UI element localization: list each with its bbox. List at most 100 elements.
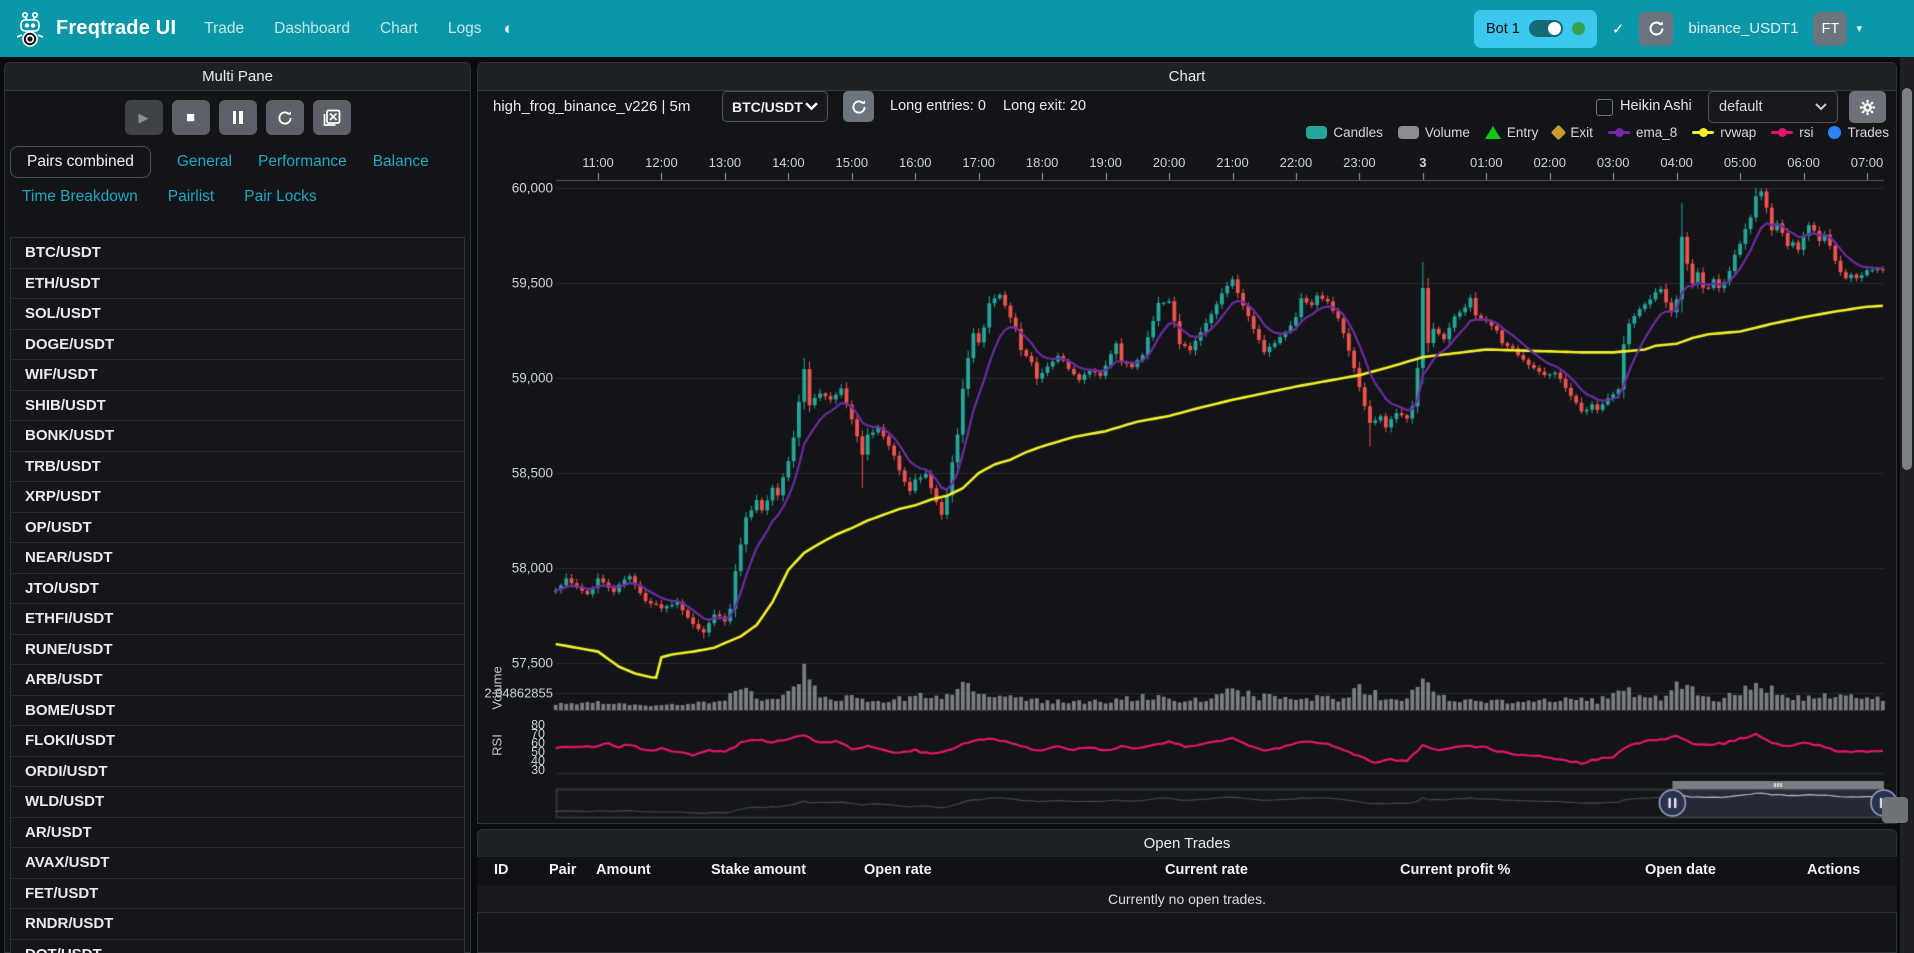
pair-list-item[interactable]: DOT/USDT [11,940,464,953]
clear-chart-button[interactable] [313,100,351,135]
pair-list-item[interactable]: ETHFI/USDT [11,604,464,635]
rsi-axis-name: RSI [490,734,505,756]
multi-pane-header: Multi Pane [5,63,470,91]
legend-item-rvwap[interactable]: rvwap [1692,125,1756,140]
bot-name: Bot 1 [1486,21,1520,37]
refresh-button[interactable] [266,100,304,135]
price-axis-label: 57,500 [512,656,553,671]
avatar[interactable]: FT [1813,12,1847,46]
chart-legend: Candles Volume Entry Exit ema_8 rvwap rsi Trade… [477,125,1889,140]
pair-list-item[interactable]: ARB/USDT [11,665,464,696]
pair-list-item[interactable]: JTO/USDT [11,574,464,605]
pair-list-item[interactable]: XRP/USDT [11,482,464,513]
nav-item-dashboard[interactable]: Dashboard [274,20,350,38]
heikin-ashi-checkbox[interactable] [1596,99,1613,116]
pair-list-item[interactable]: SOL/USDT [11,299,464,330]
chart-refresh-button[interactable] [843,91,874,122]
time-axis-label: 04:00 [1660,155,1693,170]
pair-list-item[interactable]: AR/USDT [11,818,464,849]
panel-resize-handle[interactable] [1882,797,1908,823]
pair-list-item[interactable]: TRB/USDT [11,452,464,483]
time-axis-label: 06:00 [1787,155,1820,170]
chart-clear-icon [323,109,341,127]
price-chart-canvas[interactable] [477,144,1897,824]
pair-list-item[interactable]: ORDI/USDT [11,757,464,788]
long-entries-count: Long entries: 0 [890,98,986,114]
play-button[interactable]: ▶ [125,100,163,135]
pair-list-item[interactable]: RNDR/USDT [11,909,464,940]
legend-label: Candles [1333,125,1383,140]
tab-pairlist[interactable]: Pairlist [168,188,215,206]
pair-list-item[interactable]: SHIB/USDT [11,391,464,422]
pair-select[interactable]: BTC/USDT [722,91,828,122]
pair-list-item[interactable]: BOME/USDT [11,696,464,727]
navbar: Freqtrade UI Trade Dashboard Chart Logs ◐ B… [0,0,1914,57]
time-axis-label: 02:00 [1533,155,1566,170]
pause-button[interactable] [219,100,257,135]
strategy-label: high_frog_binance_v226 | 5m [493,98,690,115]
vertical-scrollbar-thumb[interactable] [1902,88,1912,470]
plot-config-value: default [1719,99,1763,115]
stop-button[interactable]: ■ [172,100,210,135]
price-axis-label: 59,000 [512,371,553,386]
time-axis-label: 20:00 [1153,155,1186,170]
legend-item-ema_8[interactable]: ema_8 [1608,125,1677,140]
legend-item-candles[interactable]: Candles [1306,125,1383,140]
time-axis-label: 05:00 [1724,155,1757,170]
time-axis-label: 13:00 [709,155,742,170]
pause-icon [233,111,243,124]
sidebar-tabs-row2: Time Breakdown Pairlist Pair Locks [10,188,317,206]
pair-list-item[interactable]: ETH/USDT [11,269,464,300]
plot-config-select[interactable]: default [1708,91,1838,123]
heikin-ashi-label: Heikin Ashi [1620,98,1692,114]
tab-balance[interactable]: Balance [373,153,429,171]
legend-label: rvwap [1720,125,1756,140]
pair-list-item[interactable]: BTC/USDT [11,238,464,269]
volume-legend-icon [1398,126,1419,139]
tab-time-breakdown[interactable]: Time Breakdown [22,188,138,206]
plot-settings-button[interactable] [1849,91,1886,123]
pair-list-item[interactable]: DOGE/USDT [11,330,464,361]
column-header-open-date: Open date [1645,862,1716,878]
open-trades-empty-row: Currently no open trades. [477,885,1897,913]
pair-list-item[interactable]: BONK/USDT [11,421,464,452]
time-axis-label: 15:00 [836,155,869,170]
pair-list-item[interactable]: NEAR/USDT [11,543,464,574]
nav-item-chart[interactable]: Chart [380,20,418,38]
legend-item-entry[interactable]: Entry [1485,125,1539,140]
pair-list-item[interactable]: OP/USDT [11,513,464,544]
nav-item-logs[interactable]: Logs [448,20,482,38]
pair-list-item[interactable]: WIF/USDT [11,360,464,391]
open-trades-header: Open Trades [478,830,1896,858]
legend-item-rsi[interactable]: rsi [1771,125,1813,140]
pair-list-item[interactable]: FLOKI/USDT [11,726,464,757]
freqtrade-app: Freqtrade UI Trade Dashboard Chart Logs ◐ B… [0,0,1914,953]
tab-performance[interactable]: Performance [258,153,347,171]
time-axis-label: 21:00 [1216,155,1249,170]
legend-item-volume[interactable]: Volume [1398,125,1470,140]
price-axis-label: 58,500 [512,466,553,481]
avatar-caret-icon[interactable]: ▾ [1856,22,1862,35]
legend-item-exit[interactable]: Exit [1553,125,1593,140]
bot-toggle[interactable] [1529,20,1563,37]
pair-list-item[interactable]: AVAX/USDT [11,848,464,879]
nav-item-trade[interactable]: Trade [204,20,244,38]
open-trades-empty-text: Currently no open trades. [1108,891,1266,907]
tab-pair-locks[interactable]: Pair Locks [244,188,316,206]
reload-data-button[interactable] [1639,12,1673,46]
ema_8-line-icon [1608,131,1630,134]
play-icon: ▶ [139,110,149,126]
column-header-current-profit--: Current profit % [1400,862,1510,878]
bot-selector[interactable]: Bot 1 [1474,10,1597,48]
tab-general[interactable]: General [177,153,232,171]
app-title: Freqtrade UI [56,17,176,40]
theme-toggle-icon[interactable]: ◐ [503,19,513,39]
refresh-icon [277,110,293,126]
price-axis-label: 60,000 [512,181,553,196]
legend-item-trades[interactable]: Trades [1828,125,1889,140]
multi-pane-title: Multi Pane [202,68,273,85]
tab-pairs-combined[interactable]: Pairs combined [10,146,151,178]
pair-list-item[interactable]: FET/USDT [11,879,464,910]
pair-list-item[interactable]: RUNE/USDT [11,635,464,666]
pair-list-item[interactable]: WLD/USDT [11,787,464,818]
